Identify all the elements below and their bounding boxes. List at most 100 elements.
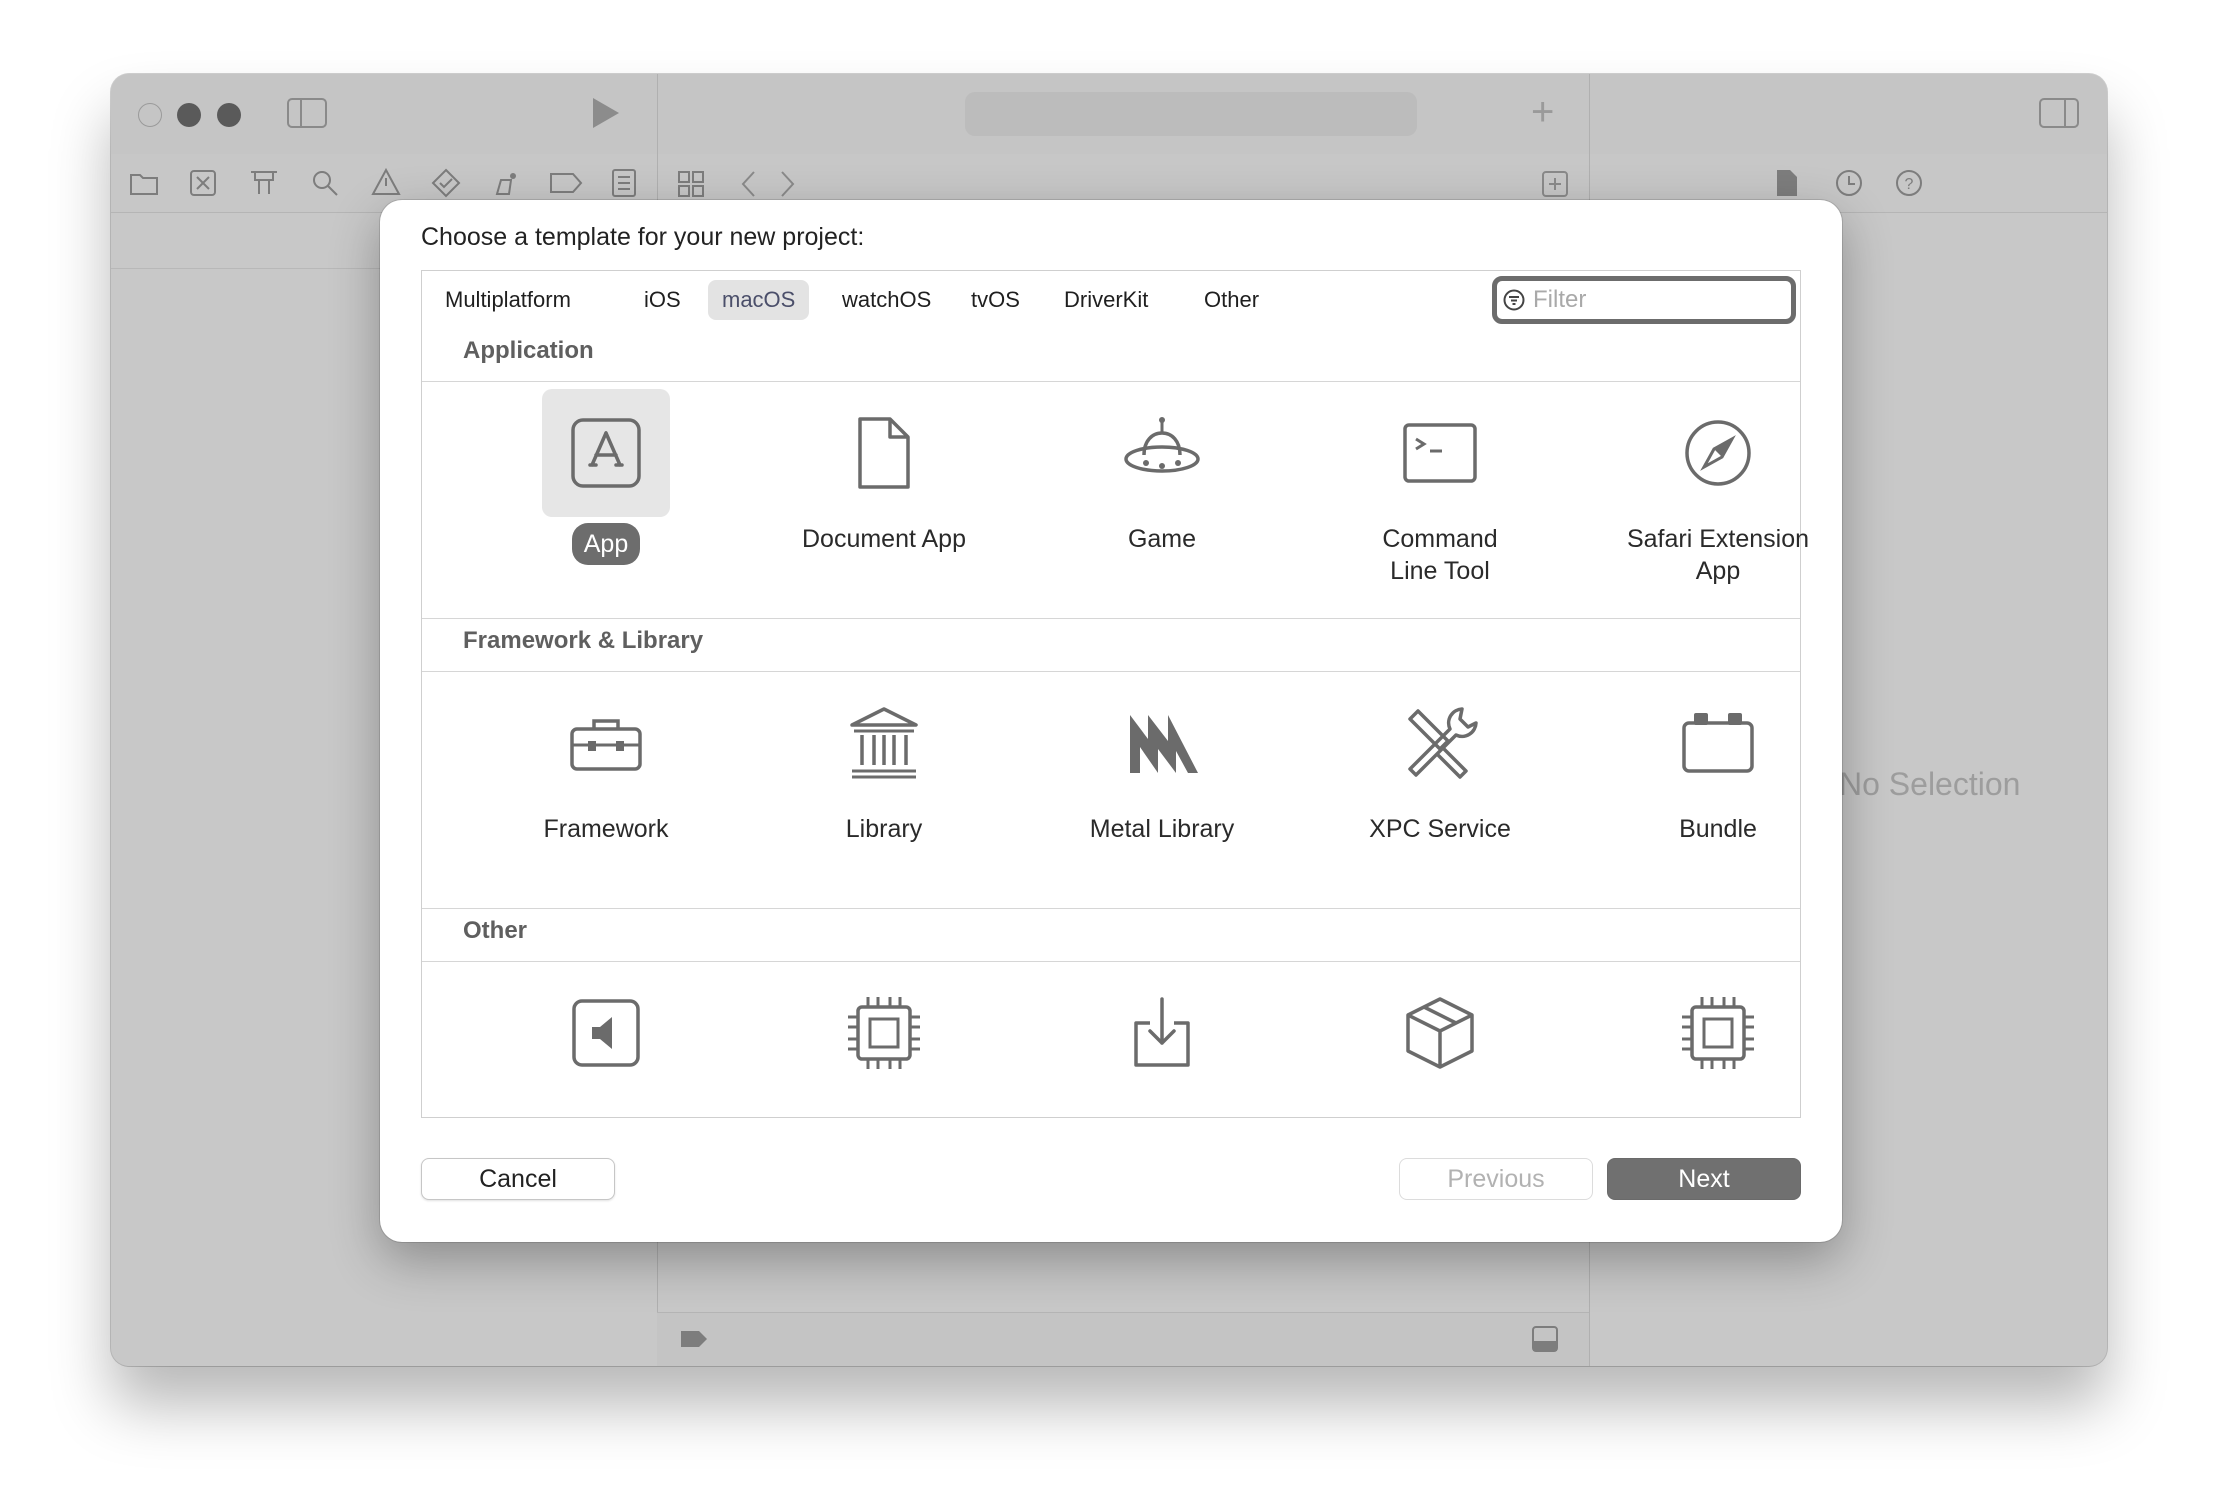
filter-input[interactable]: [1533, 283, 1783, 317]
document-icon: [858, 417, 910, 489]
chip-icon: [848, 997, 920, 1069]
tile-icon-container: [820, 969, 948, 1097]
tile-icon-container: [1098, 389, 1226, 517]
cancel-button[interactable]: Cancel: [421, 1158, 615, 1200]
template-label: App: [571, 523, 641, 565]
tab-watchos[interactable]: watchOS: [828, 280, 945, 320]
source-control-icon[interactable]: [189, 169, 217, 197]
history-icon[interactable]: [1835, 169, 1863, 197]
test-icon[interactable]: [431, 168, 461, 198]
tab-driverkit[interactable]: DriverKit: [1050, 280, 1162, 320]
template-label: Bundle: [1679, 815, 1757, 843]
warning-icon[interactable]: [371, 168, 401, 196]
back-icon[interactable]: [739, 170, 757, 198]
debug-icon[interactable]: [491, 168, 521, 198]
library-building-icon: [850, 707, 918, 779]
filter-field[interactable]: [1492, 276, 1796, 324]
tools-icon: [1408, 707, 1478, 779]
previous-button[interactable]: Previous: [1399, 1158, 1593, 1200]
section-title: Other: [463, 917, 528, 944]
tile-icon-container: [1098, 969, 1226, 1097]
platform-tabs: Multiplatform iOS macOS watchOS tvOS Dri…: [422, 271, 1800, 330]
tile-icon-container: [1654, 969, 1782, 1097]
terminal-icon: [1403, 423, 1477, 483]
add-editor-icon[interactable]: [1541, 170, 1569, 198]
debug-bar: [657, 1312, 1589, 1366]
template-library[interactable]: Library: [745, 679, 1023, 845]
filter-icon: [1503, 289, 1525, 311]
template-label: Metal Library: [1089, 815, 1235, 843]
template-xpc-service[interactable]: XPC Service: [1301, 679, 1579, 845]
help-icon[interactable]: ?: [1895, 169, 1923, 197]
tab-ios[interactable]: iOS: [630, 280, 695, 320]
tile-icon-container: [1376, 679, 1504, 807]
tab-multiplatform[interactable]: Multiplatform: [431, 280, 585, 320]
template-other-5[interactable]: [1579, 969, 1857, 1115]
app-store-icon: [571, 418, 641, 488]
sidebar-toggle-icon[interactable]: [287, 98, 327, 128]
forward-icon[interactable]: [779, 170, 797, 198]
template-label: XPC Service: [1369, 815, 1511, 843]
template-label: Framework: [543, 815, 669, 843]
section-title: Framework & Library: [463, 627, 704, 654]
tile-icon-container: [542, 969, 670, 1097]
file-inspector-icon[interactable]: [1775, 168, 1799, 198]
symbol-icon[interactable]: [249, 169, 279, 197]
template-other-4[interactable]: [1301, 969, 1579, 1115]
tile-icon-container: [1654, 679, 1782, 807]
template-framework[interactable]: Framework: [467, 679, 745, 845]
next-button[interactable]: Next: [1607, 1158, 1801, 1200]
template-app[interactable]: App: [467, 389, 745, 565]
search-icon[interactable]: [311, 169, 339, 197]
activity-view: [965, 92, 1417, 136]
section-header-application: Application: [422, 329, 1800, 382]
template-label: Document App: [802, 525, 966, 553]
template-panel: Multiplatform iOS macOS watchOS tvOS Dri…: [421, 270, 1809, 1118]
breakpoint-icon[interactable]: [549, 172, 583, 194]
tab-other[interactable]: Other: [1190, 280, 1273, 320]
close-window-button[interactable]: [138, 103, 162, 127]
tile-icon-container: [1654, 389, 1782, 517]
template-other-2[interactable]: [745, 969, 1023, 1115]
run-icon[interactable]: [591, 96, 621, 130]
new-project-template-dialog: Choose a template for your new project: …: [380, 200, 1842, 1242]
template-bundle[interactable]: Bundle: [1579, 679, 1857, 845]
window-titlebar: +: [111, 74, 2107, 155]
template-document-app[interactable]: Document App: [745, 389, 1023, 555]
section-header-framework-library: Framework & Library: [422, 619, 1800, 672]
grid-icon[interactable]: [677, 170, 705, 198]
template-label: Safari Extension App: [1626, 525, 1810, 585]
template-other-3[interactable]: [1023, 969, 1301, 1115]
tile-icon-container: [1376, 389, 1504, 517]
no-selection-text: No Selection: [1839, 766, 2021, 802]
breakpoint-toggle-icon[interactable]: [679, 1329, 709, 1349]
template-game[interactable]: Game: [1023, 389, 1301, 555]
console-toggle-icon[interactable]: [1531, 1325, 1559, 1353]
template-other-1[interactable]: [467, 969, 745, 1115]
game-ufo-icon: [1124, 417, 1200, 473]
report-icon[interactable]: [611, 168, 637, 198]
tile-icon-container: [542, 389, 670, 517]
inspector-toggle-icon[interactable]: [2039, 98, 2079, 128]
bundle-icon: [1682, 713, 1754, 773]
tab-tvos[interactable]: tvOS: [957, 280, 1034, 320]
tab-macos[interactable]: macOS: [708, 280, 810, 320]
metal-icon: [1130, 715, 1198, 773]
add-icon[interactable]: +: [1531, 90, 1554, 134]
tile-icon-container: [542, 679, 670, 807]
template-safari-extension-app[interactable]: Safari Extension App: [1579, 389, 1857, 587]
zoom-window-button[interactable]: [217, 103, 241, 127]
download-icon: [1134, 997, 1190, 1067]
template-label: Library: [845, 815, 923, 843]
tile-icon-container: [1376, 969, 1504, 1097]
template-label: Game: [1127, 525, 1197, 553]
dialog-title: Choose a template for your new project:: [421, 223, 865, 251]
template-metal-library[interactable]: Metal Library: [1023, 679, 1301, 845]
minimize-window-button[interactable]: [177, 103, 201, 127]
tile-icon-container: [820, 679, 948, 807]
section-header-other: Other: [422, 909, 1800, 962]
template-command-line-tool[interactable]: Command Line Tool: [1301, 389, 1579, 587]
package-box-icon: [1406, 997, 1474, 1069]
folder-icon[interactable]: [129, 170, 159, 196]
toolbox-icon: [570, 719, 642, 771]
